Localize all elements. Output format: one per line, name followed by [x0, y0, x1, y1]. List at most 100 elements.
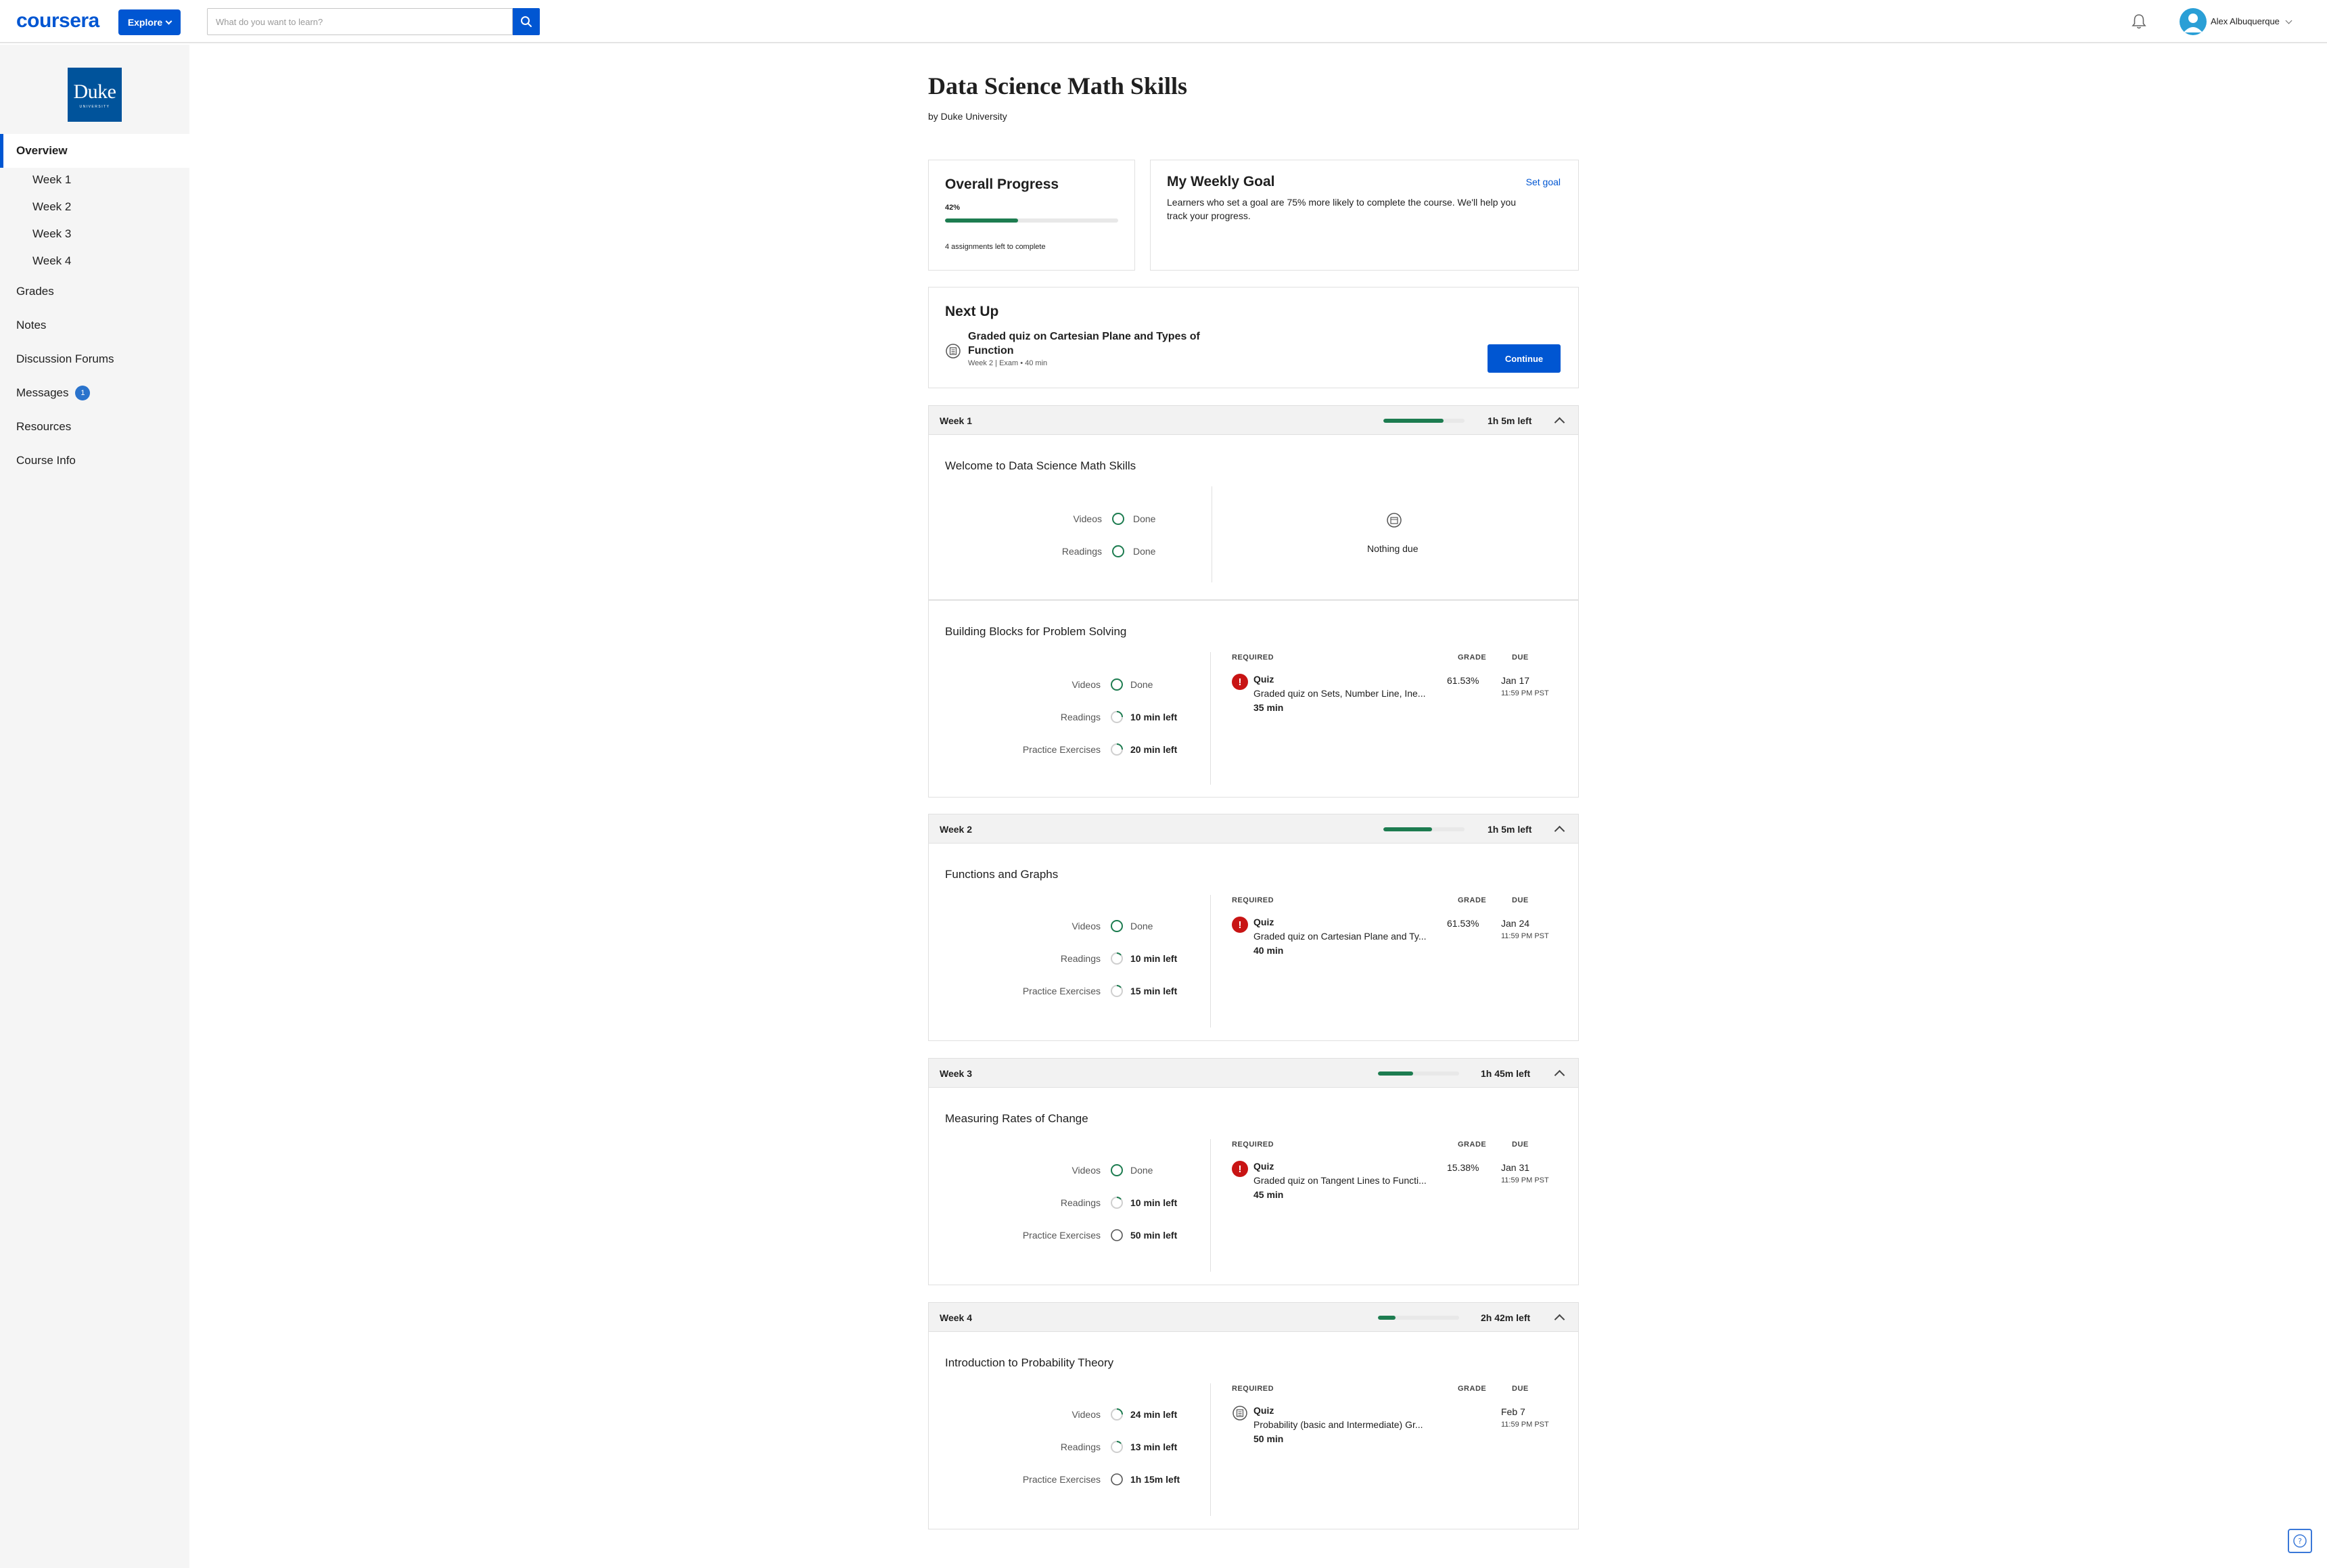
module-rates-of-change: Measuring Rates of Change Videos Done Re… [928, 1088, 1579, 1285]
nothing-due: Nothing due [1367, 543, 1419, 554]
videos-label: Videos [1072, 921, 1101, 931]
partial-progress-icon [1111, 952, 1123, 965]
chevron-up-icon[interactable] [1554, 1314, 1565, 1325]
weekly-goal-card: My Weekly Goal Set goal Learners who set… [1150, 160, 1579, 271]
week-progress-fill [1378, 1071, 1413, 1076]
week-time-left: 1h 5m left [1488, 415, 1532, 426]
readings-status: 10 min left [1130, 953, 1178, 964]
module-title[interactable]: Welcome to Data Science Math Skills [945, 459, 1136, 473]
sidebar-item-grades[interactable]: Grades [0, 275, 189, 308]
chevron-up-icon[interactable] [1554, 1069, 1565, 1081]
quiz-name[interactable]: Graded quiz on Tangent Lines to Functi..… [1253, 1175, 1436, 1186]
explore-button[interactable]: Explore [118, 9, 181, 35]
progress-circle-icon [1112, 513, 1124, 525]
module-welcome: Welcome to Data Science Math Skills Vide… [928, 435, 1579, 600]
next-up-item-title[interactable]: Graded quiz on Cartesian Plane and Types… [968, 329, 1205, 358]
quiz-due-time: 11:59 PM PST [1501, 1176, 1549, 1184]
week-time-left: 1h 5m left [1488, 824, 1532, 835]
sidebar-item-notes[interactable]: Notes [0, 308, 189, 342]
week-4-header[interactable]: Week 4 2h 42m left [928, 1302, 1579, 1332]
progress-circle-icon [1111, 678, 1123, 691]
week-3-header[interactable]: Week 3 1h 45m left [928, 1058, 1579, 1088]
set-goal-link[interactable]: Set goal [1526, 177, 1561, 187]
next-up-card: Next Up Graded quiz on Cartesian Plane a… [928, 287, 1579, 388]
videos-label: Videos [1072, 1409, 1101, 1420]
progress-circle-icon [1112, 545, 1124, 557]
practice-label: Practice Exercises [1022, 986, 1101, 996]
quiz-duration: 50 min [1253, 1433, 1284, 1444]
readings-status: 10 min left [1130, 1197, 1178, 1208]
notification-bell-icon[interactable] [2129, 12, 2148, 31]
sidebar-item-label: Week 2 [32, 200, 72, 213]
quiz-due-time: 11:59 PM PST [1501, 932, 1549, 940]
calendar-icon [1387, 513, 1402, 528]
quiz-name[interactable]: Probability (basic and Intermediate) Gr.… [1253, 1419, 1436, 1430]
quiz-duration: 35 min [1253, 702, 1284, 713]
sidebar-item-week-4[interactable]: Week 4 [0, 244, 189, 278]
university-logo: Duke UNIVERSITY [68, 68, 122, 122]
week-2-header[interactable]: Week 2 1h 5m left [928, 814, 1579, 844]
partial-progress-icon [1111, 985, 1123, 997]
practice-status: 50 min left [1130, 1230, 1178, 1241]
partial-progress-icon [1111, 1408, 1123, 1421]
chevron-down-icon[interactable] [2285, 17, 2293, 24]
readings-status: Done [1133, 546, 1156, 557]
videos-status: Done [1130, 1165, 1153, 1176]
chevron-up-icon[interactable] [1554, 417, 1565, 428]
week-title: Week 2 [940, 824, 972, 835]
page-title: Data Science Math Skills [928, 72, 1187, 99]
videos-status: 24 min left [1130, 1409, 1178, 1420]
module-title[interactable]: Measuring Rates of Change [945, 1112, 1088, 1126]
quiz-name[interactable]: Graded quiz on Cartesian Plane and Ty... [1253, 931, 1436, 942]
week-progress-bar [1378, 1071, 1459, 1076]
videos-status: Done [1130, 679, 1153, 690]
sidebar-item-label: Overview [16, 144, 68, 157]
continue-button[interactable]: Continue [1488, 344, 1561, 373]
sidebar-lower-fill [0, 921, 189, 1568]
quiz-due-time: 11:59 PM PST [1501, 689, 1549, 697]
top-header: coursera Explore Alex Albuquerque [0, 0, 2327, 43]
required-header: REQUIRED [1232, 1140, 1274, 1149]
sidebar-item-discussion-forums[interactable]: Discussion Forums [0, 342, 189, 376]
practice-label: Practice Exercises [1022, 1230, 1101, 1241]
search-button[interactable] [513, 8, 540, 35]
grade-header: GRADE [1458, 1385, 1487, 1393]
sidebar-item-course-info[interactable]: Course Info [0, 444, 189, 478]
chevron-up-icon[interactable] [1554, 825, 1565, 837]
quiz-due-time: 11:59 PM PST [1501, 1421, 1549, 1429]
module-title[interactable]: Functions and Graphs [945, 868, 1058, 881]
alert-icon: ! [1232, 917, 1248, 933]
search-input[interactable] [207, 8, 513, 35]
user-name[interactable]: Alex Albuquerque [2211, 16, 2280, 26]
week-time-left: 2h 42m left [1481, 1312, 1531, 1323]
readings-label: Readings [1060, 1442, 1101, 1452]
exam-icon [946, 344, 961, 359]
module-probability-theory: Introduction to Probability Theory Video… [928, 1332, 1579, 1529]
sidebar-item-resources[interactable]: Resources [0, 410, 189, 444]
coursera-logo[interactable]: coursera [16, 9, 99, 32]
overall-progress-fill [945, 218, 1018, 223]
week-1-header[interactable]: Week 1 1h 5m left [928, 405, 1579, 435]
practice-label: Practice Exercises [1022, 1474, 1101, 1485]
empty-progress-icon [1111, 1473, 1123, 1485]
avatar[interactable] [2180, 8, 2207, 35]
readings-status: 10 min left [1130, 712, 1178, 722]
module-divider [1210, 652, 1211, 785]
progress-circle-icon [1111, 1164, 1123, 1176]
readings-label: Readings [1060, 1197, 1101, 1208]
module-divider [1210, 1383, 1211, 1516]
videos-status: Done [1133, 513, 1156, 524]
user-icon [2184, 14, 2203, 32]
sidebar-item-label: Notes [16, 319, 47, 331]
weekly-goal-title: My Weekly Goal [1167, 174, 1275, 189]
quiz-name[interactable]: Graded quiz on Sets, Number Line, Ine... [1253, 688, 1436, 699]
module-title[interactable]: Introduction to Probability Theory [945, 1356, 1113, 1370]
module-title[interactable]: Building Blocks for Problem Solving [945, 625, 1126, 639]
quiz-due-date: Jan 17 [1501, 675, 1530, 686]
week-progress-fill [1383, 827, 1432, 831]
sidebar-item-messages[interactable]: Messages 1 [0, 376, 189, 410]
university-logo-sub: UNIVERSITY [79, 105, 110, 109]
partial-progress-icon [1111, 1197, 1123, 1209]
quiz-due-date: Feb 7 [1501, 1406, 1525, 1417]
help-button[interactable]: ? [2288, 1529, 2312, 1553]
